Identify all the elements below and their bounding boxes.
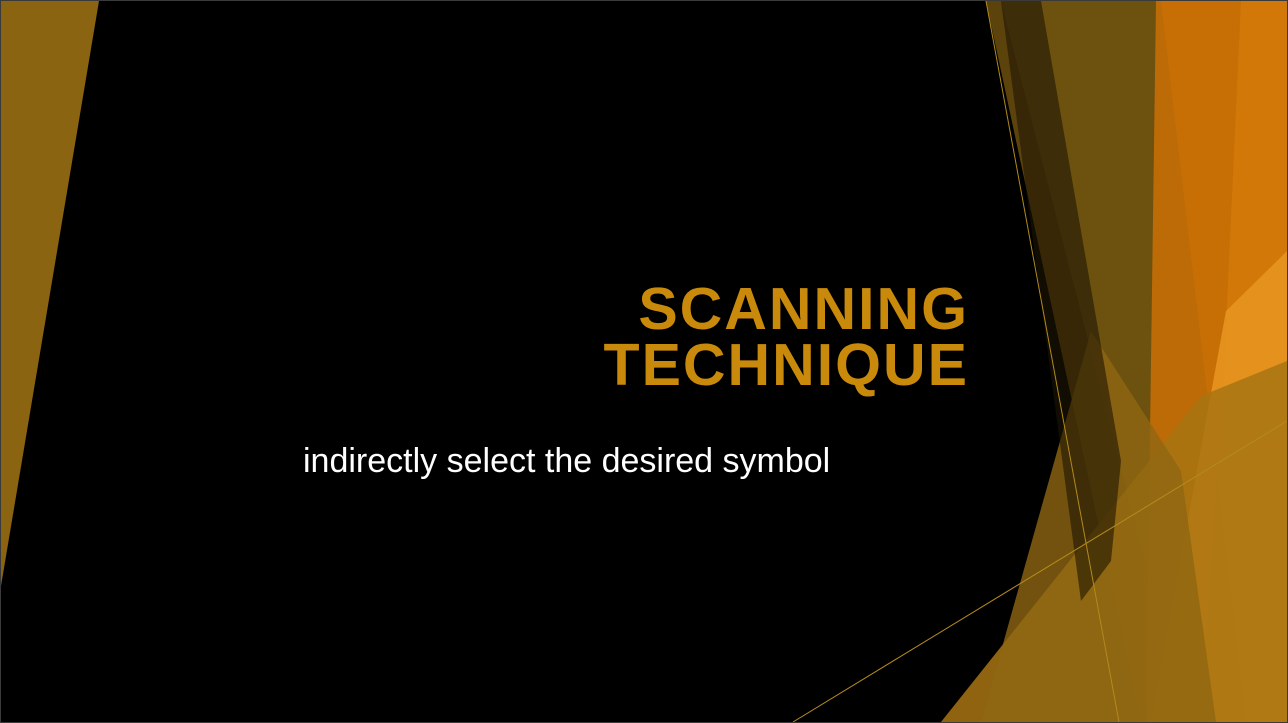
left-accent-shape [1,1,99,586]
slide-title-line-1: SCANNING [638,276,969,342]
slide-subtitle: indirectly select the desired symbol [303,442,831,480]
title-block: SCANNING TECHNIQUE [249,276,969,398]
slide-title-line-2: TECHNIQUE [603,332,969,398]
presentation-slide: SCANNING TECHNIQUE indirectly select the… [0,0,1288,723]
